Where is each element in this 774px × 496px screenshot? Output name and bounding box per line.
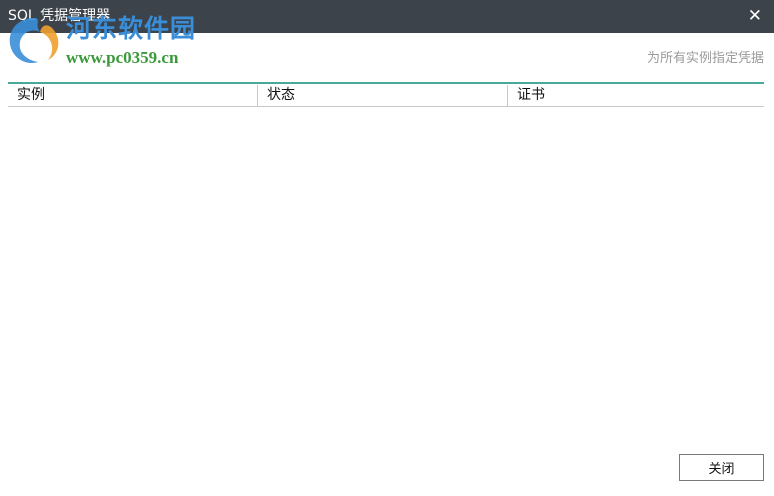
watermark-site-name: 河东软件园 <box>66 14 197 43</box>
table-header: 实例 状态 证书 <box>8 85 764 107</box>
watermark-site-url: www.pc0359.cn <box>66 48 179 67</box>
header-divider <box>8 82 764 84</box>
column-header-certificate[interactable]: 证书 <box>508 85 764 106</box>
close-icon[interactable]: ✕ <box>748 6 762 26</box>
credentials-hint-link[interactable]: 为所有实例指定凭据 <box>647 51 764 67</box>
watermark: 河东软件园 www.pc0359.cn <box>4 12 214 72</box>
column-header-instance[interactable]: 实例 <box>8 85 258 106</box>
watermark-logo-icon <box>9 18 59 64</box>
close-button[interactable]: 关闭 <box>679 454 764 481</box>
column-header-status[interactable]: 状态 <box>258 85 508 106</box>
table-body[interactable] <box>8 107 764 437</box>
